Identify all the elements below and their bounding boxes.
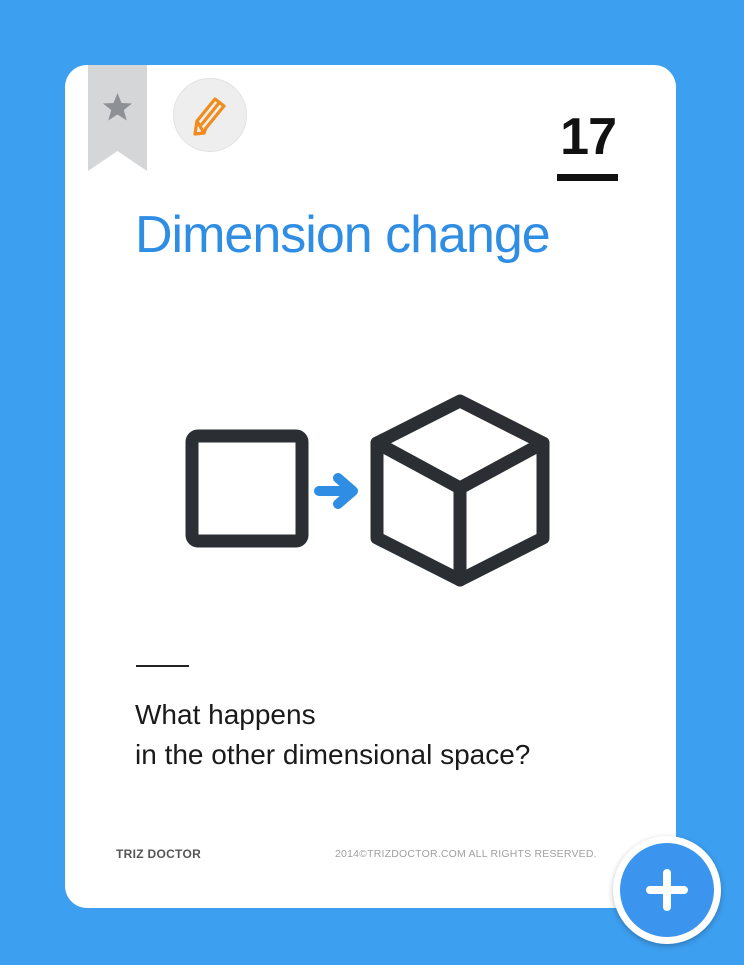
edit-pencil-button[interactable] [173,78,247,152]
copyright-text: 2014©TRIZDOCTOR.COM ALL RIGHTS RESERVED. [335,848,597,860]
divider [136,665,189,667]
add-button-circle [620,843,714,937]
dimension-illustration [185,394,550,587]
pencil-icon [193,97,226,136]
question-line-2: in the other dimensional space? [135,739,531,770]
plus-icon [646,869,688,911]
cube-icon [370,394,550,587]
question-text: What happens in the other dimensional sp… [135,695,530,775]
question-line-1: What happens [135,699,316,730]
bookmark-star-icon[interactable] [88,65,147,171]
number-underline [557,174,618,181]
idea-card: 17 Dimension change What happens in the … [65,65,676,908]
card-number: 17 [560,108,617,166]
brand-label: TRIZ DOCTOR [116,847,202,861]
card-title: Dimension change [135,206,551,264]
arrow-right-icon [314,473,358,509]
add-button[interactable] [613,836,721,944]
square-icon [185,429,309,548]
